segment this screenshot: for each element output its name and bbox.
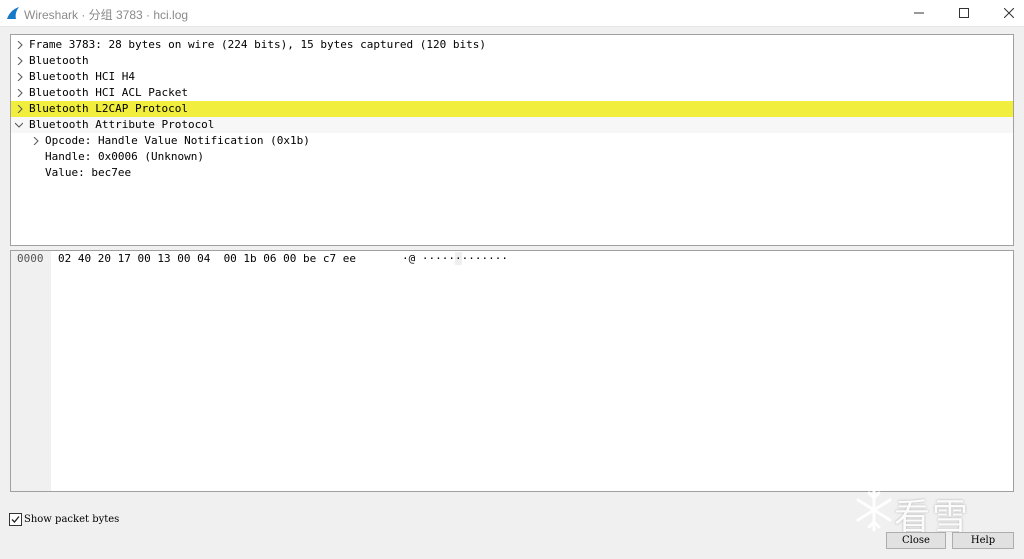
tree-item-opcode[interactable]: Opcode: Handle Value Notification (0x1b) [11,133,1013,149]
chevron-right-icon[interactable] [16,37,26,53]
tree-item-handle[interactable]: Handle: 0x0006 (Unknown) [11,149,1013,165]
snowflake-icon [856,488,892,532]
tree-item-label: Bluetooth Attribute Protocol [29,118,215,131]
tree-item-label: Opcode: Handle Value Notification (0x1b) [45,134,310,147]
close-button[interactable]: Close [886,532,946,549]
close-window-button[interactable] [986,0,1024,26]
window-title: Wireshark · 分组 3783 · hci.log [24,8,189,22]
tree-item-hci-h4[interactable]: Bluetooth HCI H4 [11,69,1013,85]
title-bar: Wireshark · 分组 3783 · hci.log [0,0,1024,27]
tree-item-att[interactable]: Bluetooth Attribute Protocol [11,117,1013,133]
tree-item-label: Frame 3783: 28 bytes on wire (224 bits),… [29,38,486,51]
chevron-right-icon[interactable] [16,69,26,85]
tree-item-label: Value: bec7ee [45,166,132,179]
wireshark-fin-icon [6,6,20,20]
maximize-icon [959,8,969,18]
offset-column: 0000 [11,251,51,491]
ascii-bytes[interactable]: ·@ ············· [402,251,508,267]
minimize-icon [914,12,924,14]
chevron-right-icon[interactable] [32,133,42,149]
tree-item-value[interactable]: Value: bec7ee [11,165,1013,181]
checkmark-icon [11,516,20,523]
tree-item-label: Handle: 0x0006 (Unknown) [45,150,204,163]
ascii-bytes-highlight: · [454,252,462,265]
tree-item-label: Bluetooth HCI ACL Packet [29,86,188,99]
packet-bytes-pane[interactable]: 0000 02 40 20 17 00 13 00 04 00 1b 06 00… [10,250,1014,492]
tree-item-label: Bluetooth L2CAP Protocol [29,102,188,115]
chevron-down-icon[interactable] [14,117,24,133]
ascii-bytes-pre: ·@ ····· [402,252,455,265]
maximize-button[interactable] [941,0,987,26]
chevron-right-icon[interactable] [16,101,26,117]
chevron-right-icon[interactable] [16,53,26,69]
minimize-button[interactable] [896,0,942,26]
help-button[interactable]: Help [952,532,1014,549]
tree-item-l2cap[interactable]: Bluetooth L2CAP Protocol [11,101,1013,117]
byte-offset: 0000 [17,252,44,265]
packet-details-tree[interactable]: Frame 3783: 28 bytes on wire (224 bits),… [10,34,1014,246]
tree-item-frame[interactable]: Frame 3783: 28 bytes on wire (224 bits),… [11,37,1013,53]
show-packet-bytes-label: Show packet bytes [24,514,120,525]
tree-item-label: Bluetooth HCI H4 [29,70,135,83]
tree-item-bluetooth[interactable]: Bluetooth [11,53,1013,69]
chevron-right-icon[interactable] [16,85,26,101]
close-icon [1003,7,1015,19]
show-packet-bytes-checkbox[interactable] [9,513,22,526]
tree-item-hci-acl[interactable]: Bluetooth HCI ACL Packet [11,85,1013,101]
tree-item-label: Bluetooth [29,54,89,67]
kanxue-watermark: 看雪 [856,486,996,538]
hex-bytes[interactable]: 02 40 20 17 00 13 00 04 00 1b 06 00 be c… [58,251,356,267]
ascii-bytes-post: ······· [461,252,508,265]
